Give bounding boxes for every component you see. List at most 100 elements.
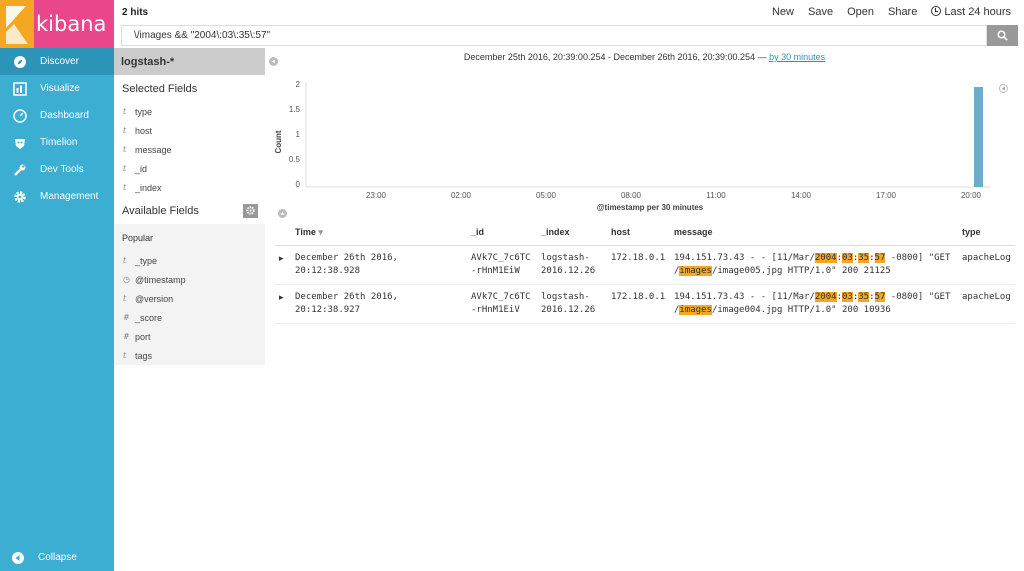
cell-type: apacheLog [958,284,1015,324]
hits-count: 2 hits [122,6,149,18]
available-fields-header: Available Fields [114,197,265,224]
nav-label: Visualize [40,83,80,94]
highlight: 57 [874,291,886,302]
column-header-host[interactable]: host [607,220,670,246]
column-label: message [674,227,713,238]
x-tick-label: 17:00 [876,191,897,200]
histogram-bar[interactable] [974,87,983,187]
highlight: 03 [842,252,853,263]
cell-index: logstash-2016.12.26 [537,284,607,324]
collapse-chart-icon[interactable] [278,209,287,218]
field-settings-button[interactable] [243,203,258,218]
expand-row-toggle[interactable]: ▸ [275,284,291,324]
nav-item-timelion[interactable]: Timelion [0,129,114,156]
field-name: _index [135,182,162,193]
nav-label: Dashboard [40,110,89,121]
field-item-host[interactable]: t host [114,121,265,140]
nav-item-dev-tools[interactable]: Dev Tools [0,156,114,183]
string-type-icon: t [123,145,127,154]
field-name: host [135,125,153,136]
column-label: _index [541,227,570,238]
y-tick-label: 0 [296,180,301,189]
y-axis-label: Count [274,130,283,153]
field-item-version[interactable]: t @version [114,289,265,308]
nav-item-discover[interactable]: Discover [0,48,114,75]
highlight: 57 [874,252,886,263]
x-tick-label: 23:00 [366,191,387,200]
highlight: 35 [858,291,870,302]
y-tick-label: 2 [296,80,301,89]
search-button[interactable] [987,25,1018,46]
histogram-chart: Count 2 1.5 1 0.5 0 23:00 02:00 05:00 08:00 11:0… [274,80,990,212]
sort-icon[interactable]: ▾ [318,227,323,237]
interval-link[interactable]: by 30 minutes [769,52,825,62]
time-picker-button[interactable]: Last 24 hours [924,6,1018,18]
available-fields-title: Available Fields [122,204,199,217]
message-text: 194.151.73.43 - - [11/Mar/ [674,252,815,263]
number-type-icon: # [123,332,130,341]
top-menu: New Save Open Share Last 24 hours [765,0,1024,24]
nav-item-visualize[interactable]: Visualize [0,75,114,102]
top-bar: 2 hits New Save Open Share Last 24 hours [114,0,1024,24]
cell-id: AVk7C_7c6TC-rHnM1EiV [467,284,537,324]
kibana-logo[interactable]: kibana [0,0,114,48]
field-item-timestamp[interactable]: ◷ @timestamp [114,270,265,289]
column-header-message[interactable]: message [670,220,958,246]
highlight: 2004 [814,252,837,263]
column-header-id[interactable]: _id [467,220,537,246]
message-text: /image004.jpg HTTP/1.0" 200 10936 [711,304,891,315]
search-input[interactable] [121,25,987,46]
nav-item-dashboard[interactable]: Dashboard [0,102,114,129]
gear-icon [12,189,28,205]
share-button[interactable]: Share [881,6,924,18]
field-item-id[interactable]: t _id [114,159,265,178]
collapse-button[interactable]: Collapse [0,544,114,571]
string-type-icon: t [123,164,127,173]
string-type-icon: t [123,107,127,116]
y-tick-label: 0.5 [289,155,301,164]
field-name: _type [135,255,158,266]
save-button[interactable]: Save [801,6,840,18]
nav-item-management[interactable]: Management [0,183,114,210]
column-header-index[interactable]: _index [537,220,607,246]
x-tick-label: 20:00 [961,191,982,200]
x-tick-label: 02:00 [451,191,472,200]
clock-type-icon: ◷ [123,275,130,284]
field-item-tags[interactable]: t tags [114,346,265,365]
open-button[interactable]: Open [840,6,881,18]
field-item-type[interactable]: t type [114,102,265,121]
table-header-row: Time ▾ _id _index host message type [275,220,1015,246]
field-item-port[interactable]: # port [114,327,265,346]
available-fields-list: t _type ◷ @timestamp t @version # _score # po… [114,251,265,365]
discover-content: December 25th 2016, 20:39:00.254 - Decem… [265,48,1024,571]
field-name: tags [135,350,153,361]
message-text: 194.151.73.43 - - [11/Mar/ [674,291,815,302]
field-name: message [135,144,172,155]
field-name: _id [135,163,148,174]
cell-index: logstash-2016.12.26 [537,245,607,285]
index-pattern-title[interactable]: logstash-* [114,48,265,75]
x-axis-label: @timestamp per 30 minutes [597,203,704,212]
highlight: 2004 [814,291,837,302]
documents-table: Time ▾ _id _index host message type ▸ De… [275,220,1015,324]
collapse-icon [12,551,24,564]
field-item-index[interactable]: t _index [114,178,265,197]
cell-type: apacheLog [958,245,1015,285]
expand-row-toggle[interactable]: ▸ [275,245,291,285]
legend-toggle-icon[interactable] [999,84,1008,93]
string-type-icon: t [123,294,127,303]
kibana-logo-icon [0,0,34,48]
column-header-type[interactable]: type [958,220,1015,246]
column-label: Time [295,226,316,237]
field-item-message[interactable]: t message [114,140,265,159]
bar-chart-icon [12,81,28,97]
gear-icon [246,206,255,215]
column-header-time[interactable]: Time ▾ [291,220,467,246]
field-item-type-meta[interactable]: t _type [114,251,265,270]
new-button[interactable]: New [765,6,801,18]
nav-label: Management [40,191,99,202]
clock-icon [931,6,942,16]
nav-label: Timelion [40,137,78,148]
time-picker-label: Last 24 hours [944,6,1011,18]
field-item-score[interactable]: # _score [114,308,265,327]
